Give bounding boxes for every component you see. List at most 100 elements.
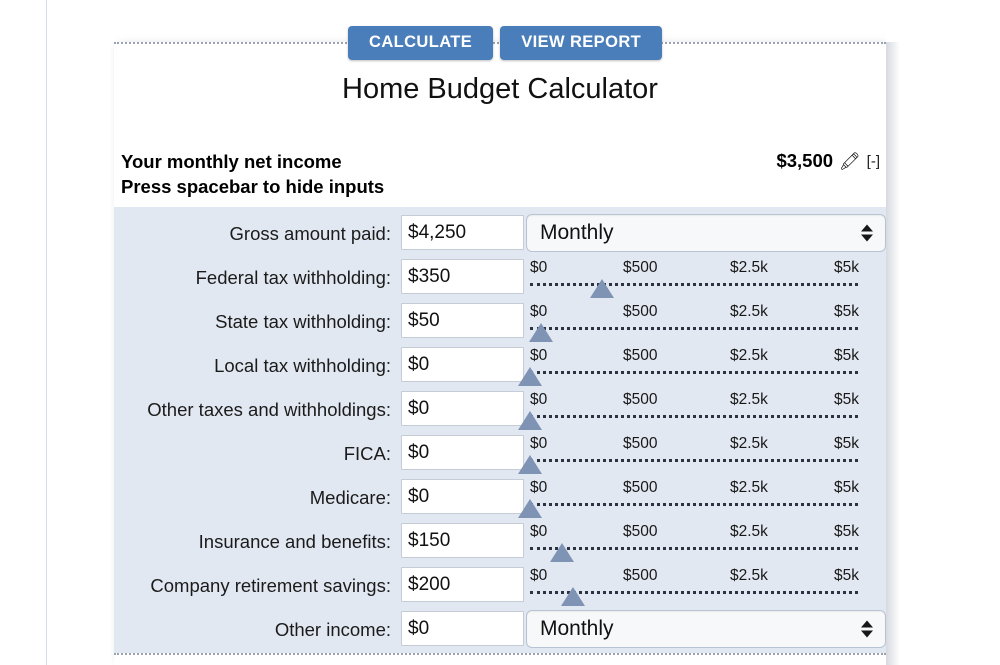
slider-track[interactable] [530, 283, 858, 286]
slider-tick-label: $500 [623, 347, 658, 364]
toolbar: CALCULATE VIEW REPORT [348, 26, 663, 61]
input-row-label: Other taxes and withholdings: [147, 399, 391, 420]
slider-handle[interactable] [550, 543, 575, 562]
slider-tick-label: $0 [530, 567, 548, 584]
input-row: Other taxes and withholdings: $0 $500 $2.5k… [114, 389, 886, 433]
input-row: State tax withholding: $0 $500 $2.5k $5k [114, 301, 886, 345]
slider-handle[interactable] [529, 323, 554, 342]
amount-slider[interactable]: $0 $500 $2.5k $5k [526, 565, 862, 609]
page-root: CALCULATE VIEW REPORT Home Budget Calcul… [0, 0, 1000, 665]
slider-tick-label: $500 [623, 479, 658, 496]
slider-tick-label: $500 [623, 391, 658, 408]
amount-slider[interactable]: $0 $500 $2.5k $5k [526, 301, 862, 345]
slider-tick-label: $5k [834, 479, 859, 496]
slider-handle[interactable] [560, 587, 585, 606]
slider-tick-label: $5k [834, 303, 859, 320]
summary-line-2: Press spacebar to hide inputs [121, 176, 385, 197]
amount-input[interactable] [401, 567, 524, 602]
amount-slider[interactable]: $0 $500 $2.5k $5k [518, 345, 862, 389]
input-row-label: Other income: [274, 619, 391, 640]
amount-input[interactable] [401, 435, 524, 470]
amount-input[interactable] [401, 391, 524, 426]
amount-input[interactable] [401, 303, 524, 338]
slider-tick-label: $2.5k [730, 391, 768, 408]
amount-slider[interactable]: $0 $500 $2.5k $5k [518, 433, 862, 477]
view-report-button[interactable]: VIEW REPORT [500, 26, 663, 61]
page-guide-left [46, 0, 47, 665]
chevron-down-icon [861, 234, 873, 242]
input-row: Gross amount paid: Monthly [114, 213, 886, 257]
slider-tick-label: $2.5k [730, 347, 768, 364]
card-right-shadow [886, 42, 900, 665]
slider-track[interactable] [530, 371, 858, 374]
chevron-up-icon [861, 224, 873, 232]
amount-slider[interactable]: $0 $500 $2.5k $5k [526, 257, 862, 301]
slider-handle[interactable] [518, 411, 542, 430]
slider-tick-label: $2.5k [730, 523, 768, 540]
amount-input[interactable] [401, 523, 524, 558]
chevron-up-icon [861, 620, 873, 628]
summary-line-1: Your monthly net income [121, 151, 342, 172]
select-stepper-arrows-icon[interactable] [861, 224, 873, 242]
amount-input[interactable] [401, 479, 524, 514]
amount-slider[interactable]: $0 $500 $2.5k $5k [518, 389, 862, 433]
slider-tick-label: $500 [623, 523, 658, 540]
slider-tick-label: $2.5k [730, 259, 768, 276]
amount-slider[interactable]: $0 $500 $2.5k $5k [526, 521, 862, 565]
input-row-label: FICA: [343, 443, 391, 464]
pencil-icon[interactable]: 🖍 [839, 153, 861, 170]
slider-tick-label: $500 [623, 435, 658, 452]
slider-track[interactable] [530, 415, 858, 418]
slider-tick-label: $5k [834, 523, 859, 540]
inputs-panel: Gross amount paid: Monthly Federal tax wit… [114, 207, 886, 653]
slider-tick-label: $2.5k [730, 435, 768, 452]
input-row: Medicare: $0 $500 $2.5k $5k [114, 477, 886, 521]
select-stepper-arrows-icon[interactable] [861, 620, 873, 638]
frequency-select-box[interactable]: Monthly [526, 610, 886, 648]
input-row: Local tax withholding: $0 $500 $2.5k $5k [114, 345, 886, 389]
slider-handle[interactable] [518, 455, 542, 474]
frequency-select[interactable]: Monthly [526, 214, 886, 252]
input-row: Company retirement savings: $0 $500 $2.5k $5… [114, 565, 886, 609]
calculator-card: CALCULATE VIEW REPORT Home Budget Calcul… [114, 26, 886, 665]
input-row-label: State tax withholding: [215, 311, 391, 332]
slider-tick-label: $500 [623, 567, 658, 584]
slider-tick-label: $5k [834, 567, 859, 584]
chevron-down-icon [861, 630, 873, 638]
amount-slider[interactable]: $0 $500 $2.5k $5k [518, 477, 862, 521]
slider-handle[interactable] [518, 367, 542, 386]
slider-handle[interactable] [518, 499, 542, 518]
amount-input[interactable] [401, 259, 524, 294]
input-row: Insurance and benefits: $0 $500 $2.5k $5k [114, 521, 886, 565]
input-row: Other income: Monthly [114, 609, 886, 653]
amount-input[interactable] [401, 215, 524, 250]
summary-value-group: $3,500 🖍 [-] [776, 150, 880, 172]
slider-tick-label: $0 [530, 391, 548, 408]
slider-track[interactable] [530, 459, 858, 462]
input-row-label: Medicare: [309, 487, 391, 508]
summary-header: Your monthly net income Press spacebar t… [114, 138, 886, 207]
amount-input[interactable] [401, 347, 524, 382]
frequency-select-value: Monthly [540, 617, 614, 640]
slider-tick-label: $0 [530, 479, 548, 496]
slider-tick-label: $0 [530, 303, 548, 320]
slider-tick-label: $0 [530, 435, 548, 452]
slider-track[interactable] [530, 327, 858, 330]
collapse-toggle[interactable]: [-] [867, 153, 880, 170]
slider-tick-label: $0 [530, 523, 548, 540]
frequency-select-box[interactable]: Monthly [526, 214, 886, 252]
calculate-button[interactable]: CALCULATE [348, 26, 494, 61]
slider-tick-label: $5k [834, 435, 859, 452]
input-row-label: Local tax withholding: [214, 355, 391, 376]
frequency-select[interactable]: Monthly [526, 610, 886, 648]
amount-input[interactable] [401, 611, 524, 646]
slider-track[interactable] [530, 547, 858, 550]
slider-tick-label: $2.5k [730, 479, 768, 496]
slider-handle[interactable] [590, 279, 615, 298]
slider-tick-label: $2.5k [730, 567, 768, 584]
input-row-label: Gross amount paid: [229, 223, 391, 244]
slider-tick-label: $0 [530, 347, 548, 364]
slider-tick-label: $5k [834, 259, 859, 276]
summary-text: Your monthly net income Press spacebar t… [121, 149, 384, 199]
slider-track[interactable] [530, 503, 858, 506]
